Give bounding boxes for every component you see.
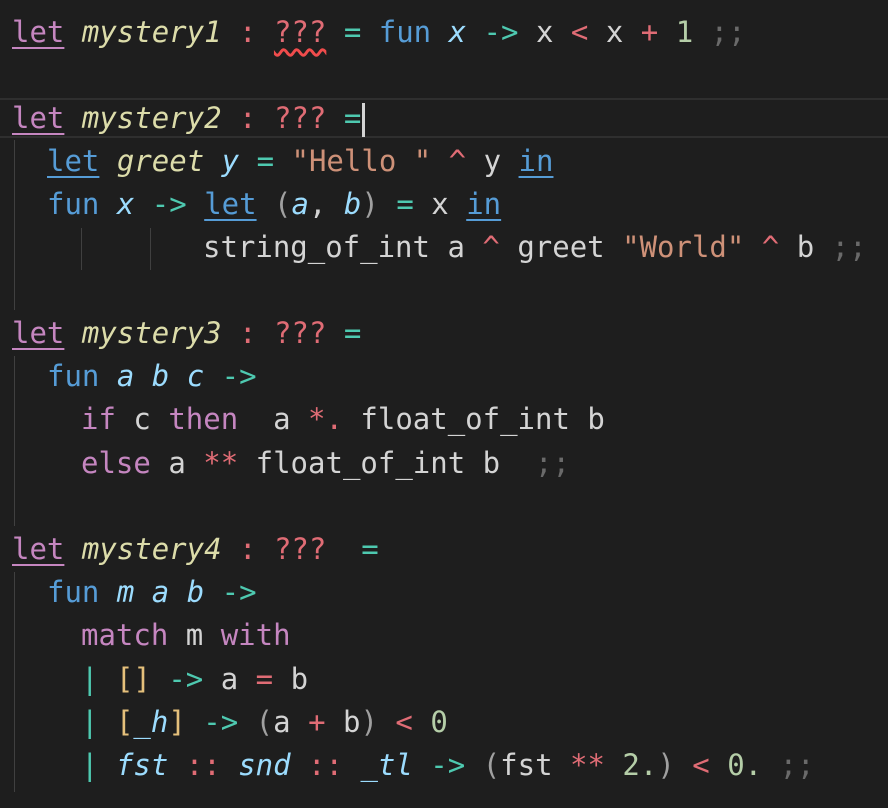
keyword-match: match xyxy=(81,618,169,652)
param-x: x xyxy=(448,15,467,49)
number: 2. xyxy=(622,748,658,782)
keyword-with: with xyxy=(220,618,291,652)
type-colon: : xyxy=(239,15,257,49)
arrow: -> xyxy=(483,15,519,49)
identifier: float_of_int xyxy=(255,446,466,480)
function-name: mystery4 xyxy=(81,532,222,566)
keyword-fun: fun xyxy=(47,187,100,221)
code-line-13[interactable]: let mystery4 : ??? = xyxy=(12,528,379,571)
keyword-let: let xyxy=(204,187,257,221)
keyword-then: then xyxy=(168,402,239,436)
indent-guide xyxy=(81,228,82,270)
indent-guide xyxy=(150,228,151,270)
indent-guide xyxy=(14,140,15,310)
keyword-fun: fun xyxy=(47,359,100,393)
code-line-5[interactable]: fun x -> let (a, b) = x in xyxy=(47,183,501,226)
keyword-let: let xyxy=(12,15,65,49)
string-literal: "World" xyxy=(622,230,745,264)
indent-guide xyxy=(14,572,15,792)
code-line-9[interactable]: fun a b c -> xyxy=(47,355,257,398)
keyword-let: let xyxy=(12,532,65,566)
type-placeholder: ??? xyxy=(273,316,327,350)
code-line-1[interactable]: let mystery1 : ??? = fun x -> x < x + 1 … xyxy=(12,11,746,54)
code-line-4[interactable]: let greet y = "Hello " ^ y in xyxy=(47,140,553,183)
function-name: mystery3 xyxy=(81,316,222,350)
type-placeholder: ??? xyxy=(273,532,327,566)
keyword-else: else xyxy=(81,446,151,480)
code-line-6[interactable]: string_of_int a ^ greet "World" ^ b ;; xyxy=(203,226,867,269)
code-line-3[interactable]: let mystery2 : ??? = xyxy=(12,97,366,140)
identifier: greet xyxy=(517,230,605,264)
code-line-11[interactable]: else a ** float_of_int b ;; xyxy=(81,442,570,485)
type-placeholder-error[interactable]: ??? xyxy=(274,15,326,49)
number: 0 xyxy=(430,705,448,739)
string-literal: "Hello " xyxy=(291,144,432,178)
code-line-10[interactable]: if c then a *. float_of_int b xyxy=(81,398,605,441)
code-line-18[interactable]: | fst :: snd :: _tl -> (fst ** 2.) < 0. … xyxy=(81,744,815,787)
keyword-let: let xyxy=(12,101,65,135)
terminator: ;; xyxy=(535,446,570,480)
function-name: mystery2 xyxy=(81,101,222,135)
code-line-14[interactable]: fun m a b -> xyxy=(47,571,257,614)
type-placeholder: ??? xyxy=(273,101,327,135)
keyword-if: if xyxy=(81,402,116,436)
keyword-in: in xyxy=(518,144,554,178)
code-line-17[interactable]: | [_h] -> (a + b) < 0 xyxy=(81,701,448,744)
keyword-fun: fun xyxy=(378,15,432,49)
identifier: float_of_int xyxy=(360,402,570,436)
terminator: ;; xyxy=(831,230,867,264)
equals: = xyxy=(343,15,362,49)
code-line-8[interactable]: let mystery3 : ??? = xyxy=(12,312,361,355)
keyword-fun: fun xyxy=(47,575,100,609)
text-caret xyxy=(362,103,366,137)
code-editor[interactable]: let mystery1 : ??? = fun x -> x < x + 1 … xyxy=(0,0,888,808)
keyword-in: in xyxy=(466,187,502,221)
keyword-let: let xyxy=(47,144,100,178)
number: 1 xyxy=(675,15,694,49)
identifier: string_of_int xyxy=(203,230,430,264)
code-line-16[interactable]: | [] -> a = b xyxy=(81,658,308,701)
indent-guide xyxy=(14,356,15,526)
number: 0. xyxy=(727,748,763,782)
function-name: greet xyxy=(116,144,205,178)
code-line-15[interactable]: match m with xyxy=(81,614,291,657)
keyword-let: let xyxy=(12,316,65,350)
function-name: mystery1 xyxy=(81,15,222,49)
terminator: ;; xyxy=(710,15,746,49)
terminator: ;; xyxy=(779,748,815,782)
